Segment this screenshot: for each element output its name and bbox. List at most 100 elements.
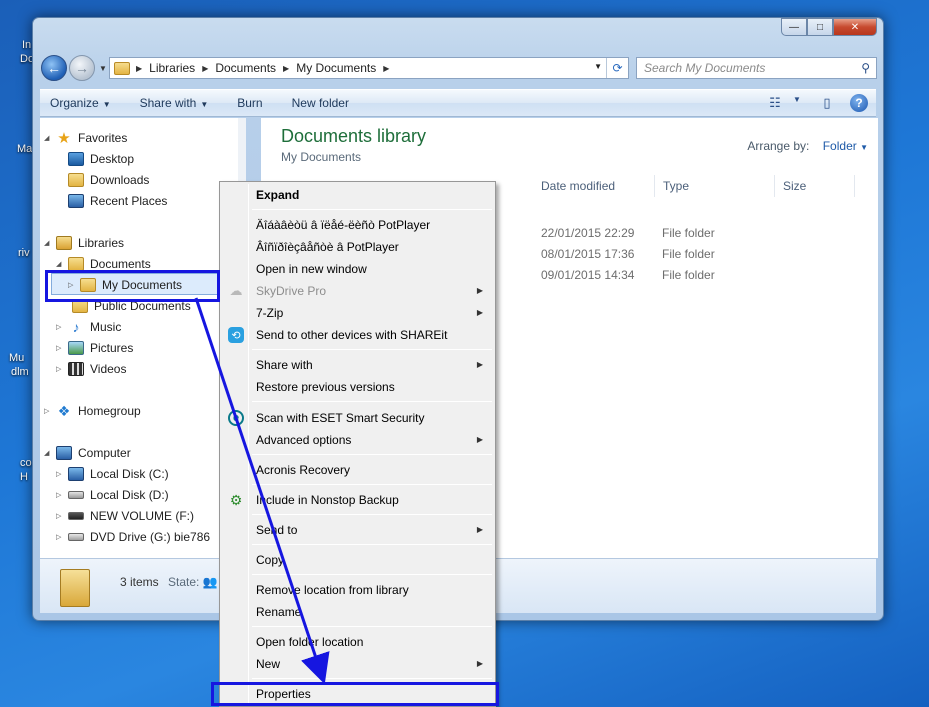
row-date[interactable]: 09/01/2015 14:34 <box>541 268 634 282</box>
menu-item-nonstop-backup[interactable]: ⚙ Include in Nonstop Backup <box>222 489 493 511</box>
expand-arrow-icon[interactable]: ▷ <box>68 281 78 289</box>
column-header-type[interactable]: Type <box>655 175 775 197</box>
tree-downloads[interactable]: Downloads <box>56 170 149 190</box>
tree-recent-places[interactable]: Recent Places <box>56 191 167 211</box>
menu-item-7zip[interactable]: 7-Zip ▶ <box>222 302 493 324</box>
menu-item-expand[interactable]: Expand <box>222 184 493 206</box>
tree-pictures[interactable]: ▷ Pictures <box>56 338 133 358</box>
menu-item-potplayer-play[interactable]: Âîñïðîèçâåñòè â PotPlayer <box>222 236 493 258</box>
tree-desktop[interactable]: Desktop <box>56 149 134 169</box>
breadcrumb-my-documents[interactable]: My Documents <box>296 61 376 75</box>
cloud-icon: ☁ <box>229 283 243 298</box>
menu-item-copy[interactable]: Copy <box>222 549 493 571</box>
shareit-icon: ⟲ <box>228 327 244 343</box>
tree-music[interactable]: ▷ ♪ Music <box>56 317 121 337</box>
expand-arrow-icon[interactable]: ◢ <box>44 449 54 457</box>
expand-arrow-icon[interactable]: ▷ <box>56 491 66 499</box>
arrange-by-label: Arrange by: <box>747 139 810 153</box>
tree-public-documents[interactable]: Public Documents <box>72 296 191 316</box>
help-icon[interactable]: ? <box>850 94 868 112</box>
tree-local-disk-d[interactable]: ▷ Local Disk (D:) <box>56 485 169 505</box>
expand-arrow-icon[interactable]: ▷ <box>56 512 66 520</box>
chevron-down-icon[interactable]: ▼ <box>788 95 806 111</box>
menu-item-restore-previous[interactable]: Restore previous versions <box>222 376 493 398</box>
expand-arrow-icon[interactable]: ▷ <box>44 407 54 415</box>
tree-computer[interactable]: ◢ Computer <box>44 443 131 463</box>
burn-button[interactable]: Burn <box>237 96 262 110</box>
menu-item-skydrive-pro[interactable]: ☁ SkyDrive Pro ▶ <box>222 280 493 302</box>
menu-item-remove-location[interactable]: Remove location from library <box>222 579 493 601</box>
preview-pane-icon[interactable]: ▯ <box>818 95 836 111</box>
tree-documents[interactable]: ◢ Documents <box>56 254 151 274</box>
menu-item-new[interactable]: New ▶ <box>222 653 493 675</box>
search-icon[interactable]: ⚲ <box>861 61 870 75</box>
close-button[interactable]: ✕ <box>833 18 877 36</box>
address-bar[interactable]: ▶ Libraries ▶ Documents ▶ My Documents ▶… <box>109 57 629 79</box>
expand-arrow-icon[interactable]: ▷ <box>56 470 66 478</box>
recent-pages-dropdown[interactable]: ▼ <box>99 64 107 73</box>
minimize-button[interactable]: — <box>781 18 807 36</box>
expand-arrow-icon[interactable]: ▷ <box>56 365 66 373</box>
homegroup-icon: ❖ <box>57 402 71 419</box>
expand-arrow-icon[interactable]: ▷ <box>56 344 66 352</box>
menu-item-rename[interactable]: Rename <box>222 601 493 623</box>
documents-icon <box>68 257 84 271</box>
tree-videos[interactable]: ▷ Videos <box>56 359 126 379</box>
menu-item-send-to[interactable]: Send to ▶ <box>222 519 493 541</box>
row-type[interactable]: File folder <box>662 226 715 240</box>
desktop-icon-label[interactable]: Mu <box>9 352 24 364</box>
desktop-icon-label[interactable]: co <box>20 457 32 469</box>
tree-homegroup[interactable]: ▷ ❖ Homegroup <box>44 401 141 421</box>
menu-item-eset-scan[interactable]: e Scan with ESET Smart Security <box>222 407 493 429</box>
desktop: { "desktop": { "icon_labels": ["In", "Do… <box>0 0 929 707</box>
desktop-icon-label[interactable]: H <box>20 471 28 483</box>
computer-icon <box>56 446 72 460</box>
expand-arrow-icon[interactable]: ◢ <box>44 134 54 142</box>
refresh-icon[interactable]: ⟳ <box>606 58 628 78</box>
arrange-by: Arrange by: Folder ▼ <box>747 139 868 153</box>
share-with-button[interactable]: Share with ▼ <box>140 96 209 110</box>
back-button[interactable]: ← <box>41 55 67 81</box>
menu-item-open-new-window[interactable]: Open in new window <box>222 258 493 280</box>
videos-icon <box>68 362 84 376</box>
desktop-icon-label[interactable]: In <box>22 39 31 51</box>
menu-item-share-with[interactable]: Share with ▶ <box>222 354 493 376</box>
arrange-by-dropdown[interactable]: Folder ▼ <box>823 139 868 153</box>
pictures-icon <box>68 341 84 355</box>
column-header-date-modified[interactable]: Date modified <box>533 175 655 197</box>
column-header-size[interactable]: Size <box>775 175 855 197</box>
tree-libraries[interactable]: ◢ Libraries <box>44 233 124 253</box>
desktop-icon-label[interactable]: dlm <box>11 366 29 378</box>
desktop-icon-label[interactable]: riv <box>18 247 30 259</box>
breadcrumb-libraries[interactable]: Libraries <box>149 61 195 75</box>
row-type[interactable]: File folder <box>662 268 715 282</box>
row-date[interactable]: 22/01/2015 22:29 <box>541 226 634 240</box>
address-dropdown-icon[interactable]: ▼ <box>594 62 602 71</box>
expand-arrow-icon[interactable]: ◢ <box>56 260 66 268</box>
view-options-icon[interactable]: ☷ <box>766 95 784 111</box>
breadcrumb-documents[interactable]: Documents <box>215 61 276 75</box>
search-input[interactable]: Search My Documents ⚲ <box>636 57 877 79</box>
expand-arrow-icon[interactable]: ◢ <box>44 239 54 247</box>
menu-item-acronis-recovery[interactable]: Acronis Recovery <box>222 459 493 481</box>
expand-arrow-icon[interactable]: ▷ <box>56 533 66 541</box>
folder-icon <box>72 299 88 313</box>
menu-item-potplayer-add[interactable]: Äîáàâèòü â ïëåé-ëèñò PotPlayer <box>222 214 493 236</box>
row-date[interactable]: 08/01/2015 17:36 <box>541 247 634 261</box>
menu-item-shareit[interactable]: ⟲ Send to other devices with SHAREit <box>222 324 493 346</box>
row-type[interactable]: File folder <box>662 247 715 261</box>
menu-item-advanced-options[interactable]: Advanced options ▶ <box>222 429 493 451</box>
tree-dvd-drive[interactable]: ▷ DVD Drive (G:) bie786 <box>56 527 210 547</box>
desktop-icon-label[interactable]: Ma <box>17 143 32 155</box>
menu-item-open-folder-location[interactable]: Open folder location <box>222 631 493 653</box>
tree-my-documents[interactable]: ▷ My Documents <box>68 275 182 295</box>
tree-local-disk-c[interactable]: ▷ Local Disk (C:) <box>56 464 169 484</box>
new-folder-button[interactable]: New folder <box>292 96 349 110</box>
menu-item-properties[interactable]: Properties <box>222 683 493 705</box>
tree-new-volume-f[interactable]: ▷ NEW VOLUME (F:) <box>56 506 194 526</box>
tree-favorites[interactable]: ◢ ★ Favorites <box>44 128 127 148</box>
maximize-button[interactable]: □ <box>807 18 833 36</box>
expand-arrow-icon[interactable]: ▷ <box>56 323 66 331</box>
organize-button[interactable]: Organize ▼ <box>50 96 111 110</box>
forward-button[interactable]: → <box>69 55 95 81</box>
